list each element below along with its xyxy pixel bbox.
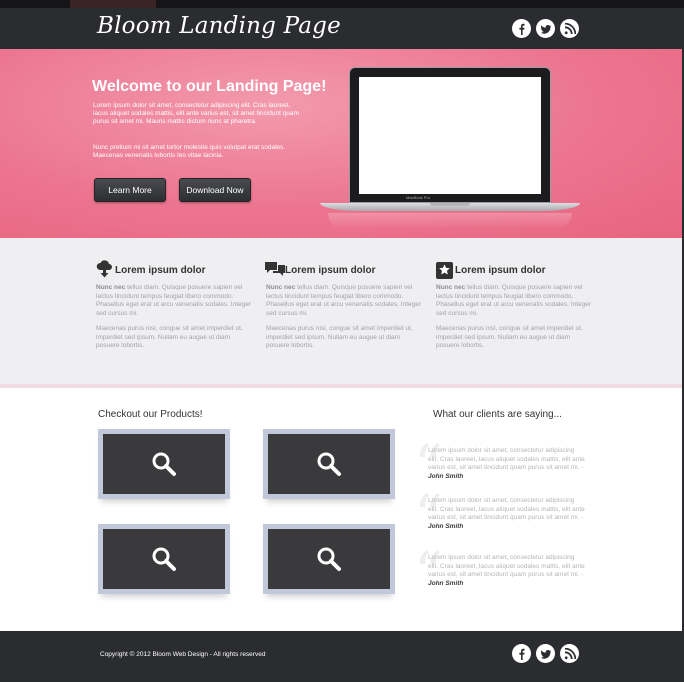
testimonial-author: John Smith	[428, 579, 464, 587]
browser-tab	[70, 0, 156, 8]
testimonial-body: Lorem ipsum dolor sit amet, consectetur …	[428, 554, 585, 578]
twitter-icon[interactable]	[536, 644, 555, 663]
product-image	[103, 434, 225, 494]
hero-paragraph-2: Nunc pretium mi sit amet tortor molestie…	[93, 144, 286, 159]
laptop-brand-label: MacBook Pro	[406, 195, 431, 200]
testimonial-author: John Smith	[428, 472, 464, 480]
products-title: Checkout our Products!	[98, 409, 203, 420]
laptop-screen	[359, 77, 541, 194]
feature-text-2: Maecenas purus nisl, congue sit amet imp…	[96, 325, 243, 350]
feature-text-1: Nunc nec tellus diam. Quisque posuere sa…	[96, 284, 252, 318]
learn-more-button[interactable]: Learn More	[94, 178, 166, 202]
product-image	[268, 434, 390, 494]
product-thumbnail[interactable]	[263, 429, 395, 499]
feature-text-1: Nunc nec tellus diam. Quisque posuere sa…	[436, 284, 592, 318]
chat-bubbles-icon	[265, 260, 285, 280]
testimonial-body: Lorem ipsum dolor sit amet, consectetur …	[428, 497, 585, 521]
laptop-image: MacBook Pro	[318, 67, 582, 233]
magnifier-icon	[317, 547, 341, 571]
product-thumbnail[interactable]	[263, 524, 395, 594]
product-thumbnail[interactable]	[98, 524, 230, 594]
testimonial-body: Lorem ipsum dolor sit amet, consectetur …	[428, 447, 585, 471]
facebook-icon[interactable]	[512, 19, 531, 38]
feature-text-2: Maecenas purus nisl, congue sit amet imp…	[266, 325, 413, 350]
feature-lead: Nunc nec	[96, 284, 126, 291]
laptop-lid	[349, 67, 551, 203]
laptop-notch	[430, 203, 470, 206]
facebook-icon[interactable]	[512, 644, 531, 663]
testimonial-author: John Smith	[428, 522, 464, 530]
star-icon	[435, 260, 455, 280]
rss-icon[interactable]	[560, 644, 579, 663]
magnifier-icon	[152, 547, 176, 571]
site-header: Bloom Landing Page	[0, 8, 682, 49]
rss-icon[interactable]	[560, 19, 579, 38]
feature-title: Lorem ipsum dolor	[285, 265, 376, 276]
browser-top-strip	[0, 0, 684, 8]
hero-title: Welcome to our Landing Page!	[92, 78, 327, 95]
products-testimonials-section: Checkout our Products! What our clients …	[0, 388, 682, 631]
testimonials-title: What our clients are saying...	[433, 409, 562, 420]
feature-title: Lorem ipsum dolor	[115, 265, 206, 276]
product-image	[103, 529, 225, 589]
testimonial-text: Lorem ipsum dolor sit amet, consectetur …	[428, 447, 586, 481]
page-frame: Bloom Landing Page Welcome to our Landin…	[0, 0, 684, 682]
copyright-text: Copyright © 2012 Bloom Web Design - All …	[100, 651, 266, 658]
features-section: Lorem ipsum dolor Nunc nec tellus diam. …	[0, 238, 682, 384]
download-now-button[interactable]: Download Now	[179, 178, 251, 202]
twitter-icon[interactable]	[536, 19, 555, 38]
testimonial-text: Lorem ipsum dolor sit amet, consectetur …	[428, 554, 586, 588]
feature-text-2: Maecenas purus nisl, congue sit amet imp…	[436, 325, 583, 350]
magnifier-icon	[152, 452, 176, 476]
footer-social-links	[512, 644, 579, 663]
feature-lead: Nunc nec	[266, 284, 296, 291]
site-footer: Copyright © 2012 Bloom Web Design - All …	[0, 631, 682, 680]
feature-lead: Nunc nec	[436, 284, 466, 291]
cloud-download-icon	[95, 260, 115, 280]
feature-title: Lorem ipsum dolor	[455, 265, 546, 276]
feature-text-1: Nunc nec tellus diam. Quisque posuere sa…	[266, 284, 422, 318]
hero-paragraph-1: Lorem ipsum dolor sit amet, consectetur …	[93, 102, 299, 125]
product-image	[268, 529, 390, 589]
hero-section: Welcome to our Landing Page! Lorem ipsum…	[0, 49, 682, 238]
testimonial-text: Lorem ipsum dolor sit amet, consectetur …	[428, 497, 586, 531]
product-thumbnail[interactable]	[98, 429, 230, 499]
header-social-links	[512, 19, 579, 38]
magnifier-icon	[317, 452, 341, 476]
laptop-reflection	[328, 213, 572, 229]
site-logo[interactable]: Bloom Landing Page	[97, 13, 341, 39]
